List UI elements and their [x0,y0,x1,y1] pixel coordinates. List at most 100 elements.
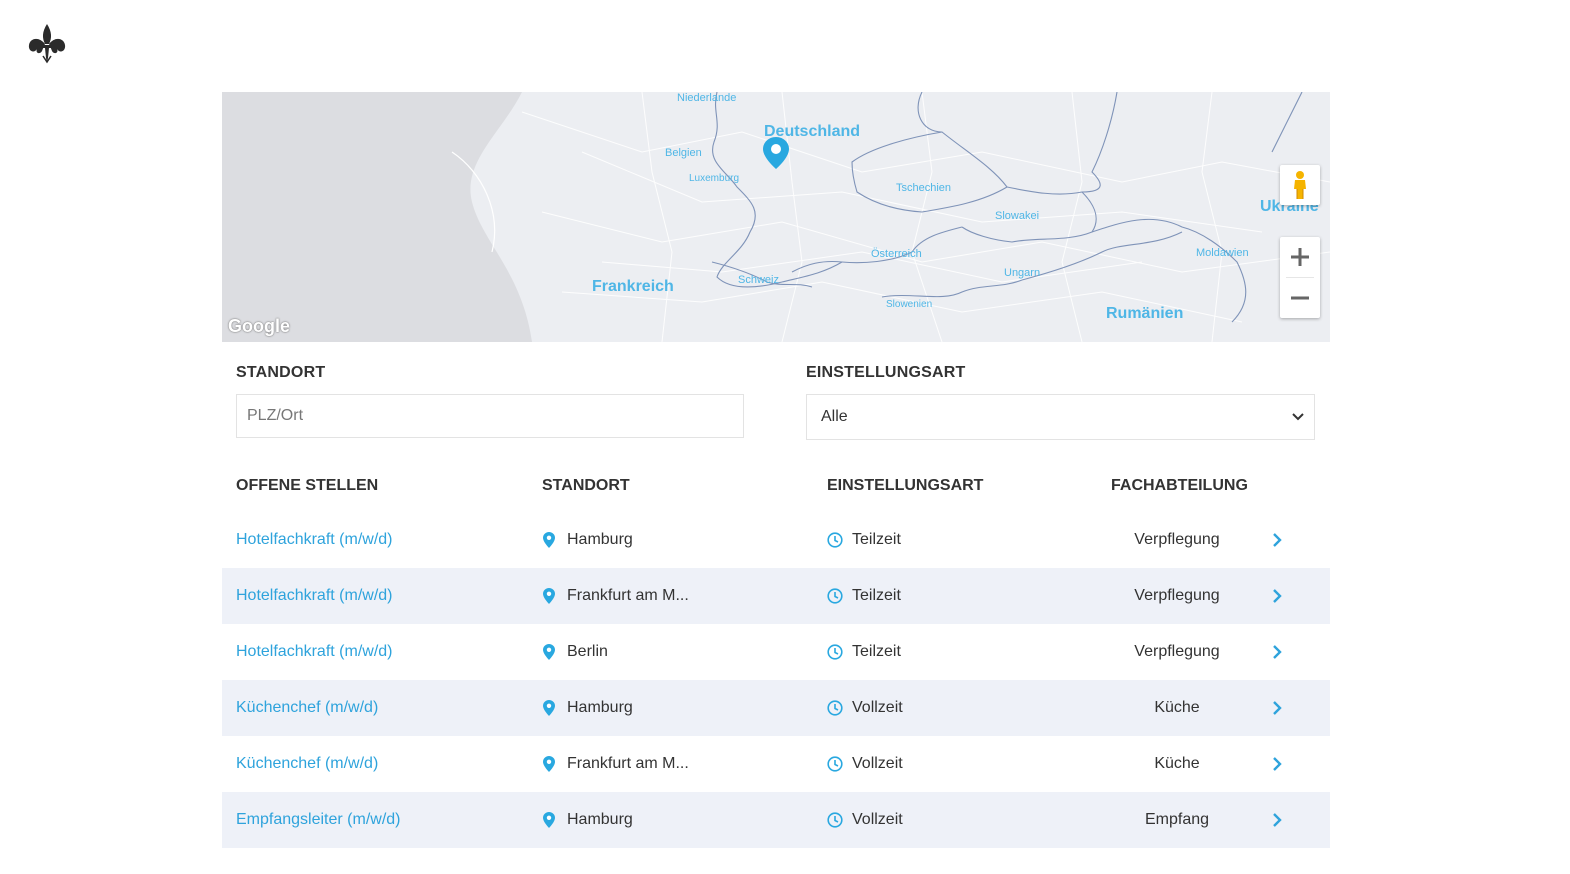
chevron-right-icon[interactable] [1272,736,1282,792]
map-label-niederlande: Niederlande [677,92,737,104]
location-cell: Frankfurt am M... [542,736,689,792]
clock-icon [827,756,843,772]
table-row[interactable]: Hotelfachkraft (m/w/d) Frankfurt am M... T… [222,568,1330,624]
location-text: Berlin [567,643,608,660]
street-view-pegman-icon[interactable] [1280,165,1320,205]
location-cell: Berlin [542,624,608,680]
clock-icon [827,532,843,548]
map-marker-icon[interactable] [762,136,790,170]
employment-type-text: Teilzeit [852,643,901,660]
minus-icon [1291,296,1309,300]
clock-icon [827,644,843,660]
einstellungsart-select[interactable]: Alle [806,394,1315,440]
job-title-cell: Empfangsleiter (m/w/d) [236,792,401,848]
job-title-link[interactable]: Hotelfachkraft (m/w/d) [236,643,392,661]
column-header-fachabteilung: FACHABTEILUNG [1111,477,1248,494]
department-cell: Verpflegung [1097,512,1257,568]
clock-icon [827,812,843,828]
location-pin-icon [542,644,556,660]
table-row[interactable]: Küchenchef (m/w/d) Hamburg Vollzeit Küche [222,680,1330,736]
map-label-belgien: Belgien [665,147,702,159]
map-label-slowenien: Slowenien [886,299,933,310]
department-cell: Küche [1097,680,1257,736]
table-row[interactable]: Küchenchef (m/w/d) Frankfurt am M... Vollz… [222,736,1330,792]
job-title-cell: Hotelfachkraft (m/w/d) [236,568,392,624]
department-text: Küche [1154,699,1200,716]
job-map[interactable]: Niederlande Deutschland Belgien Luxembur… [222,92,1330,342]
map-zoom-control [1280,237,1320,318]
plus-icon [1291,248,1309,266]
clock-icon [827,588,843,604]
brand-logo-icon[interactable] [25,22,69,64]
location-cell: Frankfurt am M... [542,568,689,624]
google-logo: Google [228,316,290,336]
job-title-link[interactable]: Hotelfachkraft (m/w/d) [236,531,392,549]
chevron-right-icon[interactable] [1272,680,1282,736]
employment-type-cell: Vollzeit [827,792,903,848]
chevron-right-icon[interactable] [1272,512,1282,568]
zoom-in-button[interactable] [1280,237,1320,277]
location-pin-icon [542,700,556,716]
employment-type-cell: Vollzeit [827,736,903,792]
department-text: Verpflegung [1134,531,1220,548]
job-title-cell: Hotelfachkraft (m/w/d) [236,512,392,568]
location-cell: Hamburg [542,792,633,848]
location-pin-icon [542,812,556,828]
map-label-luxemburg: Luxemburg [689,173,740,184]
chevron-right-icon[interactable] [1272,568,1282,624]
department-cell: Verpflegung [1097,568,1257,624]
job-title-cell: Hotelfachkraft (m/w/d) [236,624,392,680]
department-cell: Küche [1097,736,1257,792]
location-text: Hamburg [567,531,633,548]
map-label-slowakei: Slowakei [995,210,1040,222]
location-pin-icon [542,532,556,548]
einstellungsart-selected-value: Alle [821,408,848,425]
map-label-schweiz: Schweiz [738,274,779,286]
table-row[interactable]: Empfangsleiter (m/w/d) Hamburg Vollzeit Emp… [222,792,1330,848]
column-header-offene-stellen: OFFENE STELLEN [236,477,379,494]
map-label-moldawien: Moldawien [1196,247,1249,259]
location-text: Hamburg [567,699,633,716]
location-pin-icon [542,588,556,604]
employment-type-text: Vollzeit [852,699,903,716]
department-text: Küche [1154,755,1200,772]
chevron-right-icon[interactable] [1272,792,1282,848]
column-header-einstellungsart: EINSTELLUNGSART [827,477,984,494]
location-text: Frankfurt am M... [567,587,689,604]
location-pin-icon [542,756,556,772]
employment-type-text: Vollzeit [852,811,903,828]
employment-type-cell: Vollzeit [827,680,903,736]
location-cell: Hamburg [542,680,633,736]
map-label-ungarn: Ungarn [1004,267,1041,279]
map-label-rumaenien: Rumänien [1106,305,1184,322]
employment-type-cell: Teilzeit [827,624,901,680]
job-title-link[interactable]: Empfangsleiter (m/w/d) [236,811,401,829]
zoom-out-button[interactable] [1280,278,1320,318]
chevron-right-icon[interactable] [1272,624,1282,680]
department-text: Empfang [1144,811,1210,828]
employment-type-text: Vollzeit [852,755,903,772]
department-text: Verpflegung [1134,587,1220,604]
job-title-link[interactable]: Küchenchef (m/w/d) [236,755,378,773]
location-cell: Hamburg [542,512,633,568]
employment-type-text: Teilzeit [852,531,901,548]
clock-icon [827,700,843,716]
column-header-standort: STANDORT [542,477,630,494]
map-label-frankreich: Frankreich [592,278,674,295]
table-row[interactable]: Hotelfachkraft (m/w/d) Hamburg Teilzeit Ver… [222,512,1330,568]
job-title-link[interactable]: Küchenchef (m/w/d) [236,699,378,717]
location-text: Hamburg [567,811,633,828]
employment-type-cell: Teilzeit [827,512,901,568]
einstellungsart-filter-label: EINSTELLUNGSART [806,364,966,381]
standort-filter-label: STANDORT [236,364,326,381]
job-title-link[interactable]: Hotelfachkraft (m/w/d) [236,587,392,605]
department-cell: Empfang [1097,792,1257,848]
map-label-oesterreich: Österreich [871,248,922,260]
standort-input[interactable] [236,394,744,438]
table-row[interactable]: Hotelfachkraft (m/w/d) Berlin Teilzeit Verp… [222,624,1330,680]
map-label-tschechien: Tschechien [896,182,952,194]
department-cell: Verpflegung [1097,624,1257,680]
department-text: Verpflegung [1134,643,1220,660]
job-title-cell: Küchenchef (m/w/d) [236,680,378,736]
employment-type-text: Teilzeit [852,587,901,604]
